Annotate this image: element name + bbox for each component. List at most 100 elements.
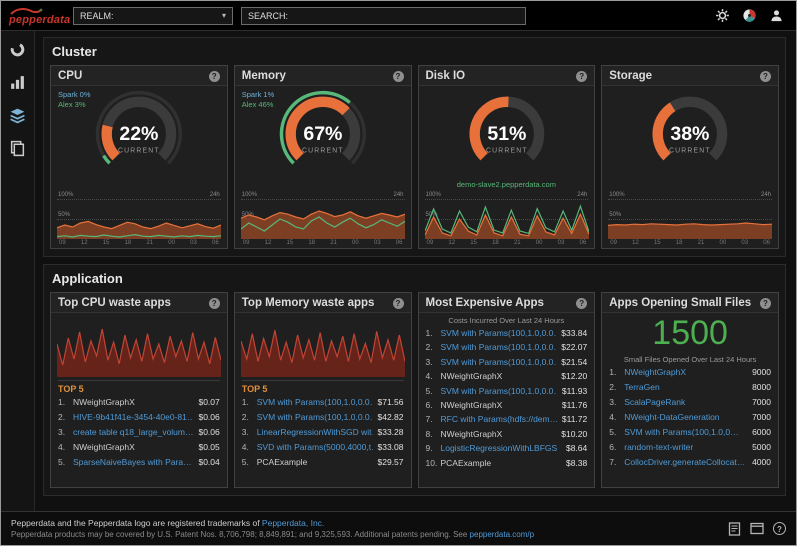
rank: 2. — [426, 340, 438, 354]
app-name[interactable]: SVM with Params(100,1.0,0.0… — [441, 326, 557, 340]
rank: 3. — [242, 425, 254, 440]
palette-icon[interactable] — [742, 8, 757, 23]
app-name[interactable]: NWeightGraphX — [624, 365, 747, 380]
external-window-icon[interactable] — [750, 522, 764, 535]
cpu-history-chart[interactable]: 100% 24h 50% 0912151821000306 — [57, 191, 221, 248]
app-value: $10.20 — [561, 427, 587, 441]
app-value: 9000 — [752, 365, 771, 380]
sidebar-charts-icon[interactable] — [9, 74, 26, 91]
x-tick-label: 00 — [720, 240, 727, 248]
app-name[interactable]: SVD with Params(5000,4000,t… — [257, 440, 373, 455]
realm-select[interactable]: REALM: ▾ — [73, 7, 233, 25]
x-tick-label: 21 — [146, 240, 153, 248]
panel-subtitle: Costs Incurred Over Last 24 Hours — [423, 316, 591, 325]
disk-io-gauge: 51%CURRENT — [419, 88, 595, 180]
list-item: 4.NWeightGraphX$0.05 — [58, 440, 220, 455]
app-name[interactable]: SVM with Params(100,1.0,0.0… — [441, 355, 557, 369]
chevron-down-icon: ▾ — [222, 11, 226, 20]
cpu-waste-chart[interactable] — [57, 317, 221, 377]
user-icon[interactable] — [769, 8, 784, 23]
cpu-waste-app-list: 1.NWeightGraphX$0.072.HIVE-9b41f41e-3454… — [58, 395, 220, 470]
app-name[interactable]: SVM with Params(100,1.0,0.0… — [257, 395, 373, 410]
app-name[interactable]: SVM with Params(100,1.0,0.0… — [441, 384, 557, 398]
app-name[interactable]: LogisticRegressionWithLBFGS — [441, 441, 561, 455]
list-item: 7.CollocDriver.generateCollocat…4000 — [609, 455, 771, 470]
list-item: 2.TerraGen8000 — [609, 380, 771, 395]
list-item: 1.SVM with Params(100,1.0,0.0…$71.56 — [242, 395, 404, 410]
x-tick-label: 00 — [168, 240, 175, 248]
sidebar-layers-icon[interactable] — [9, 107, 26, 124]
application-section: Application Top CPU waste apps ? TOP 5 1… — [43, 264, 786, 496]
rank: 1. — [58, 395, 70, 410]
app-name[interactable]: create table q18_large_volum… — [73, 425, 193, 440]
document-icon[interactable] — [728, 522, 741, 536]
app-name[interactable]: NWeight-DataGeneration — [624, 410, 747, 425]
expensive-app-list: 1.SVM with Params(100,1.0,0.0…$33.842.SV… — [426, 326, 588, 470]
app-value: $33.84 — [561, 326, 587, 340]
rank: 6. — [426, 398, 438, 412]
help-icon[interactable]: ? — [760, 298, 771, 309]
rank: 7. — [426, 412, 438, 426]
app-name[interactable]: ScalaPageRank — [624, 395, 747, 410]
rank: 8. — [426, 427, 438, 441]
svg-text:CURRENT: CURRENT — [118, 147, 160, 154]
app-name[interactable]: SVM with Params(100,1.0,0.0… — [441, 340, 557, 354]
app-name[interactable]: SparseNaiveBayes with Para… — [73, 455, 193, 470]
app-name[interactable]: random-text-writer — [624, 440, 747, 455]
pepperdata-logo[interactable]: pepperdata — [9, 7, 71, 25]
x-axis: 0912151821000306 — [57, 239, 221, 248]
search-input[interactable] — [292, 11, 519, 21]
app-value: $29.57 — [378, 455, 404, 470]
rank: 5. — [609, 425, 621, 440]
app-value: $42.82 — [378, 410, 404, 425]
gear-icon[interactable] — [715, 8, 730, 23]
application-section-title: Application — [52, 271, 779, 286]
app-name[interactable]: TerraGen — [624, 380, 747, 395]
host-row — [235, 180, 411, 191]
pepperdata-inc-link[interactable]: Pepperdata, Inc. — [262, 518, 324, 528]
list-item: 2.HIVE-9b41f41e-3454-40e0-81…$0.06 — [58, 410, 220, 425]
hostname-link[interactable]: demo-slave2.pepperdata.com — [419, 180, 595, 191]
panel-title: Most Expensive Apps — [426, 297, 544, 309]
help-icon[interactable]: ? — [209, 71, 220, 82]
patents-link[interactable]: pepperdata.com/p — [470, 530, 535, 539]
x-tick-label: 00 — [352, 240, 359, 248]
panel-header: Top CPU waste apps ? — [51, 293, 227, 313]
rank: 1. — [426, 326, 438, 340]
search-box: SEARCH: — [241, 7, 526, 25]
help-icon[interactable]: ? — [576, 71, 587, 82]
help-icon[interactable]: ? — [209, 298, 220, 309]
sidebar-reports-icon[interactable] — [9, 140, 26, 157]
top5-label: TOP 5 — [58, 380, 220, 395]
panel-disk-io: Disk IO ? 51%CURRENT demo-slave2.pepperd… — [418, 65, 596, 249]
help-icon[interactable]: ? — [393, 71, 404, 82]
application-panel-row: Top CPU waste apps ? TOP 5 1.NWeightGrap… — [50, 292, 779, 488]
app-name[interactable]: CollocDriver.generateCollocat… — [624, 455, 747, 470]
help-icon[interactable]: ? — [393, 298, 404, 309]
list-item: 1.SVM with Params(100,1.0,0.0… $33.84 — [426, 326, 588, 340]
panel-header: Disk IO ? — [419, 66, 595, 86]
panel-top-memory-waste: Top Memory waste apps ? TOP 5 1.SVM with… — [234, 292, 412, 488]
footer-icons: ? — [728, 522, 786, 536]
rank: 4. — [609, 410, 621, 425]
app-name[interactable]: SVM with Params(100,1.0,0… — [624, 425, 747, 440]
trademark-text: Pepperdata and the Pepperdata logo are r… — [11, 518, 262, 528]
storage-history-chart[interactable]: 100% 24h 50% 0912151821000306 — [608, 191, 772, 248]
app-name[interactable]: SVM with Params(100,1.0,0.0… — [257, 410, 373, 425]
memory-waste-chart[interactable] — [241, 317, 405, 377]
memory-history-chart[interactable]: 100% 24h 50% 0912151821000306 — [241, 191, 405, 248]
sidebar-dashboard-icon[interactable] — [9, 41, 26, 58]
app-name[interactable]: HIVE-9b41f41e-3454-40e0-81… — [73, 410, 193, 425]
cluster-section-title: Cluster — [52, 44, 779, 59]
help-icon[interactable]: ? — [576, 298, 587, 309]
main-content: Cluster CPU ? Spark 0%Alex 3% 22%CURRENT — [35, 31, 796, 511]
help-icon[interactable]: ? — [773, 522, 786, 535]
panel-most-expensive: Most Expensive Apps ? Costs Incurred Ove… — [418, 292, 596, 488]
list-item: 4.NWeightGraphX$12.20 — [426, 369, 588, 383]
disk-io-history-chart[interactable]: 100% 24h 50% 0912151821000306 — [425, 191, 589, 248]
app-window: pepperdata REALM: ▾ SEARCH: — [0, 0, 797, 546]
app-name[interactable]: LinearRegressionWithSGD wit… — [257, 425, 373, 440]
rank: 3. — [609, 395, 621, 410]
app-name[interactable]: RFC with Params(hdfs://dem… — [441, 412, 557, 426]
help-icon[interactable]: ? — [760, 71, 771, 82]
